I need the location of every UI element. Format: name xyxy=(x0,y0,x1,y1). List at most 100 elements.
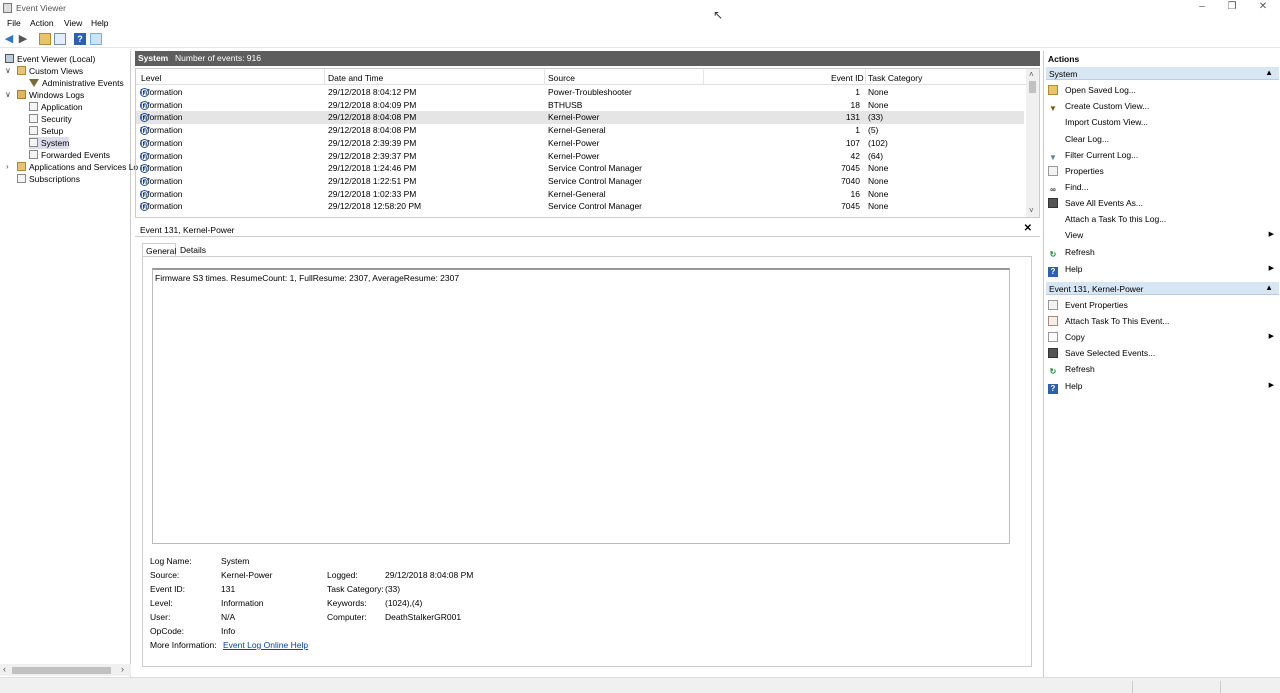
table-row[interactable]: i Information 29/12/2018 8:04:09 PM BTHUSB 1… xyxy=(136,99,1024,112)
action-properties[interactable]: Properties xyxy=(1048,165,1278,177)
column-divider[interactable] xyxy=(544,69,545,85)
tree-item-windows-logs[interactable]: Windows Logs xyxy=(17,89,84,101)
minimize-button[interactable]: – xyxy=(1195,1,1209,13)
column-header-date[interactable]: Date and Time xyxy=(328,73,383,83)
tree-item-applications-and-services[interactable]: Applications and Services Lo xyxy=(17,161,138,173)
tree-item-application[interactable]: Application xyxy=(29,101,83,113)
scroll-thumb[interactable] xyxy=(12,667,111,674)
tree-item-setup[interactable]: Setup xyxy=(29,125,63,137)
action-attach-task-to-event[interactable]: Attach Task To This Event... xyxy=(1048,315,1278,327)
tree-item-administrative-events[interactable]: Administrative Events xyxy=(29,77,124,89)
level-cell: i Information xyxy=(140,100,183,110)
filter-icon: ▼ xyxy=(1049,104,1057,113)
table-row[interactable]: i Information 29/12/2018 1:22:51 PM Service… xyxy=(136,175,1024,188)
back-arrow-icon[interactable]: ◀ xyxy=(3,33,15,45)
tree-item-custom-views[interactable]: Custom Views xyxy=(17,65,83,77)
status-divider xyxy=(1220,681,1221,693)
action-open-saved-log[interactable]: Open Saved Log... xyxy=(1048,84,1278,96)
action-find[interactable]: ∞ Find... xyxy=(1048,181,1278,194)
value-keywords: (1024),(4) xyxy=(385,598,423,608)
table-row[interactable]: i Information 29/12/2018 2:39:39 PM Kernel-… xyxy=(136,137,1024,150)
center-pane: System Number of events: 916 Level Date … xyxy=(135,51,1040,677)
column-header-source[interactable]: Source xyxy=(548,73,575,83)
action-save-all-events[interactable]: Save All Events As... xyxy=(1048,197,1278,209)
column-header-event-id[interactable]: Event ID xyxy=(831,73,864,83)
table-row[interactable]: i Information 29/12/2018 8:04:08 PM Kernel-… xyxy=(136,124,1024,137)
actions-section-system[interactable]: System ▲ xyxy=(1046,67,1279,80)
cell-source: Kernel-Power xyxy=(548,137,600,148)
submenu-arrow-icon: ▶ xyxy=(1268,382,1274,389)
collapse-icon[interactable]: ▲ xyxy=(1265,283,1273,292)
scroll-up-icon[interactable]: ˄ xyxy=(1029,70,1034,79)
tree-item-system[interactable]: System xyxy=(29,137,69,149)
action-refresh-event[interactable]: ↻ Refresh xyxy=(1048,363,1278,376)
action-label: Attach a Task To this Log... xyxy=(1065,214,1167,224)
scroll-right-icon[interactable]: › xyxy=(121,664,124,674)
table-row[interactable]: i Information 29/12/2018 8:04:08 PM Kernel-… xyxy=(136,111,1024,124)
chevron-right-icon[interactable]: › xyxy=(6,162,9,171)
event-description[interactable]: Firmware S3 times. ResumeCount: 1, FullR… xyxy=(152,268,1010,544)
table-row[interactable]: i Information 29/12/2018 1:02:33 PM Kernel-… xyxy=(136,188,1024,201)
scroll-thumb[interactable] xyxy=(1029,81,1036,93)
action-refresh[interactable]: ↻ Refresh xyxy=(1048,246,1278,259)
grid-vertical-scrollbar[interactable]: ˄ ˅ xyxy=(1026,69,1039,217)
cell-task-category: None xyxy=(868,163,889,174)
menu-file[interactable]: File xyxy=(7,18,21,28)
action-filter-current-log[interactable]: ▼ Filter Current Log... xyxy=(1048,149,1278,162)
tree-item-subscriptions[interactable]: Subscriptions xyxy=(17,173,80,185)
open-folder-icon xyxy=(1048,85,1058,95)
table-row[interactable]: i Information 29/12/2018 12:58:20 PM Servic… xyxy=(136,200,1024,213)
event-log-online-help-link[interactable]: Event Log Online Help xyxy=(223,640,308,650)
column-header-task-category[interactable]: Task Category xyxy=(868,73,922,83)
tab-details[interactable]: Details xyxy=(177,243,209,257)
action-event-properties[interactable]: Event Properties xyxy=(1048,299,1278,311)
close-detail-icon[interactable]: ✕ xyxy=(1024,223,1032,234)
action-clear-log[interactable]: Clear Log... xyxy=(1048,133,1278,145)
forward-arrow-icon[interactable]: ▶ xyxy=(17,33,29,45)
chevron-down-icon[interactable]: ∨ xyxy=(5,66,11,75)
table-row[interactable]: i Information 29/12/2018 8:04:12 PM Power-T… xyxy=(136,86,1024,99)
cell-source: Service Control Manager xyxy=(548,163,643,174)
cell-event-id: 131 xyxy=(845,112,860,123)
action-import-custom-view[interactable]: Import Custom View... xyxy=(1048,116,1278,128)
help-icon[interactable]: ? xyxy=(74,33,86,45)
log-icon xyxy=(29,102,38,111)
action-help-event[interactable]: ? Help ▶ xyxy=(1048,380,1278,394)
action-view[interactable]: View ▶ xyxy=(1048,229,1278,241)
action-save-selected-events[interactable]: Save Selected Events... xyxy=(1048,347,1278,359)
label-user: User: xyxy=(150,612,171,622)
menu-view[interactable]: View xyxy=(64,18,82,28)
tab-general[interactable]: General xyxy=(142,243,176,257)
column-divider[interactable] xyxy=(324,69,325,85)
actions-pane: Actions System ▲ Open Saved Log... ▼ Crea… xyxy=(1043,51,1280,677)
tree-horizontal-scrollbar[interactable]: ‹ › xyxy=(0,664,131,676)
column-header-level[interactable]: Level xyxy=(141,73,161,83)
action-help[interactable]: ? Help ▶ xyxy=(1048,263,1278,277)
status-divider xyxy=(1132,681,1133,693)
scroll-down-icon[interactable]: ˅ xyxy=(1029,206,1034,215)
tree-item-security[interactable]: Security xyxy=(29,113,72,125)
chevron-down-icon[interactable]: ∨ xyxy=(5,90,11,99)
actions-section-event[interactable]: Event 131, Kernel-Power ▲ xyxy=(1046,282,1279,295)
show-hide-action-pane-icon[interactable] xyxy=(90,33,102,45)
tree-item-event-viewer-local[interactable]: Event Viewer (Local) xyxy=(5,53,95,65)
show-hide-tree-icon[interactable] xyxy=(54,33,66,45)
menu-help[interactable]: Help xyxy=(91,18,108,28)
table-row[interactable]: i Information 29/12/2018 2:39:37 PM Kernel-… xyxy=(136,150,1024,163)
action-create-custom-view[interactable]: ▼ Create Custom View... xyxy=(1048,100,1278,113)
action-copy[interactable]: Copy ▶ xyxy=(1048,331,1278,343)
action-attach-task-to-log[interactable]: Attach a Task To this Log... xyxy=(1048,213,1278,225)
collapse-icon[interactable]: ▲ xyxy=(1265,68,1273,77)
cell-date-time: 29/12/2018 2:39:37 PM xyxy=(328,150,417,161)
submenu-arrow-icon: ▶ xyxy=(1268,333,1274,340)
tree-item-forwarded-events[interactable]: Forwarded Events xyxy=(29,149,110,161)
folder-icon[interactable] xyxy=(39,33,51,45)
column-divider[interactable] xyxy=(703,69,704,85)
menu-action[interactable]: Action xyxy=(30,18,54,28)
scroll-left-icon[interactable]: ‹ xyxy=(3,664,6,674)
restore-button[interactable]: ❐ xyxy=(1225,1,1239,13)
close-button[interactable]: ✕ xyxy=(1256,1,1270,13)
column-divider[interactable] xyxy=(865,69,866,85)
action-label: Save Selected Events... xyxy=(1065,348,1156,358)
table-row[interactable]: i Information 29/12/2018 1:24:46 PM Service… xyxy=(136,162,1024,175)
